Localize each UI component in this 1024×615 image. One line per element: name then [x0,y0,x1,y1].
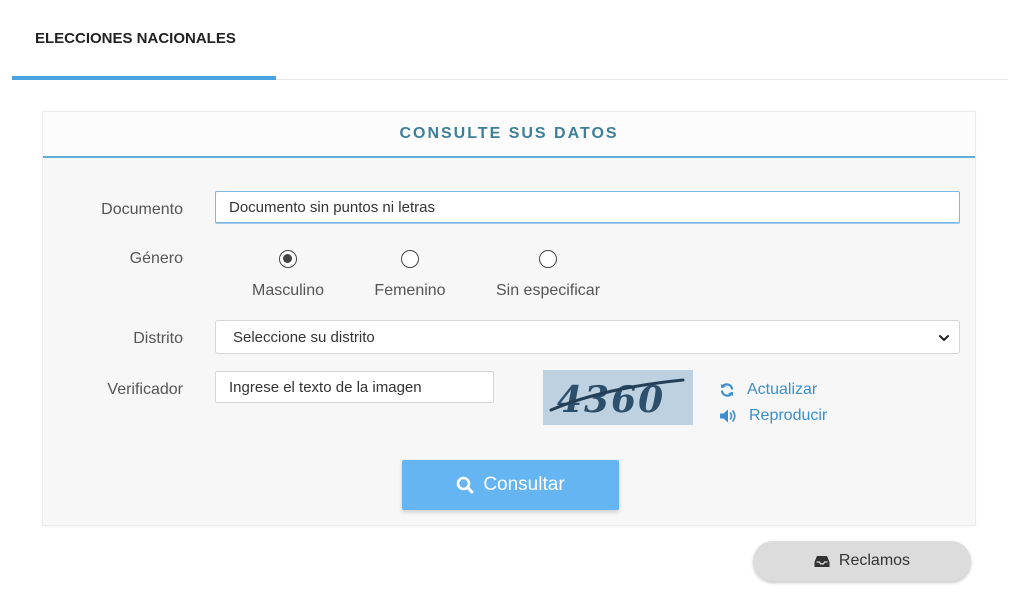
consult-panel: CONSULTE SUS DATOS Documento Género Masc… [42,111,976,526]
audio-label: Reproducir [749,407,828,424]
refresh-captcha-link[interactable]: Actualizar [719,381,817,399]
documento-label: Documento [101,201,183,218]
tab-elecciones-nacionales[interactable]: ELECCIONES NACIONALES [12,0,276,80]
panel-title: CONSULTE SUS DATOS [43,112,975,158]
radio-sin-especificar-button[interactable] [539,250,557,268]
search-icon [457,476,474,494]
audio-captcha-link[interactable]: Reproducir [719,407,827,425]
distrito-selected-value: Seleccione su distrito [233,328,375,346]
radio-masculino-button[interactable] [279,250,297,268]
distrito-label: Distrito [133,330,183,347]
chevron-down-icon [939,335,949,341]
radio-sin-especificar-label: Sin especificar [495,282,601,299]
documento-input[interactable] [215,191,960,223]
refresh-icon [720,383,734,397]
captcha-graphic: 4360 [543,370,693,425]
inbox-icon [814,555,830,567]
radio-femenino-button[interactable] [401,250,419,268]
genero-label: Género [129,250,183,267]
consultar-button[interactable]: Consultar [402,460,619,510]
distrito-select[interactable]: Seleccione su distrito [215,320,960,354]
radio-femenino-label: Femenino [374,282,446,299]
refresh-label: Actualizar [747,381,818,398]
reclamos-label: Reclamos [838,552,911,569]
verificador-input[interactable] [215,371,494,403]
radio-femenino[interactable]: Femenino [360,250,460,300]
tab-label: ELECCIONES NACIONALES [35,29,236,47]
consultar-label: Consultar [483,474,565,495]
radio-masculino-label: Masculino [251,282,325,299]
captcha-image: 4360 [543,370,693,425]
tab-bar: ELECCIONES NACIONALES [12,0,1008,80]
speaker-icon [720,409,736,423]
radio-masculino[interactable]: Masculino [238,250,338,300]
reclamos-button[interactable]: Reclamos [753,541,971,581]
radio-sin-especificar[interactable]: Sin especificar [478,250,618,300]
verificador-label: Verificador [107,381,183,398]
